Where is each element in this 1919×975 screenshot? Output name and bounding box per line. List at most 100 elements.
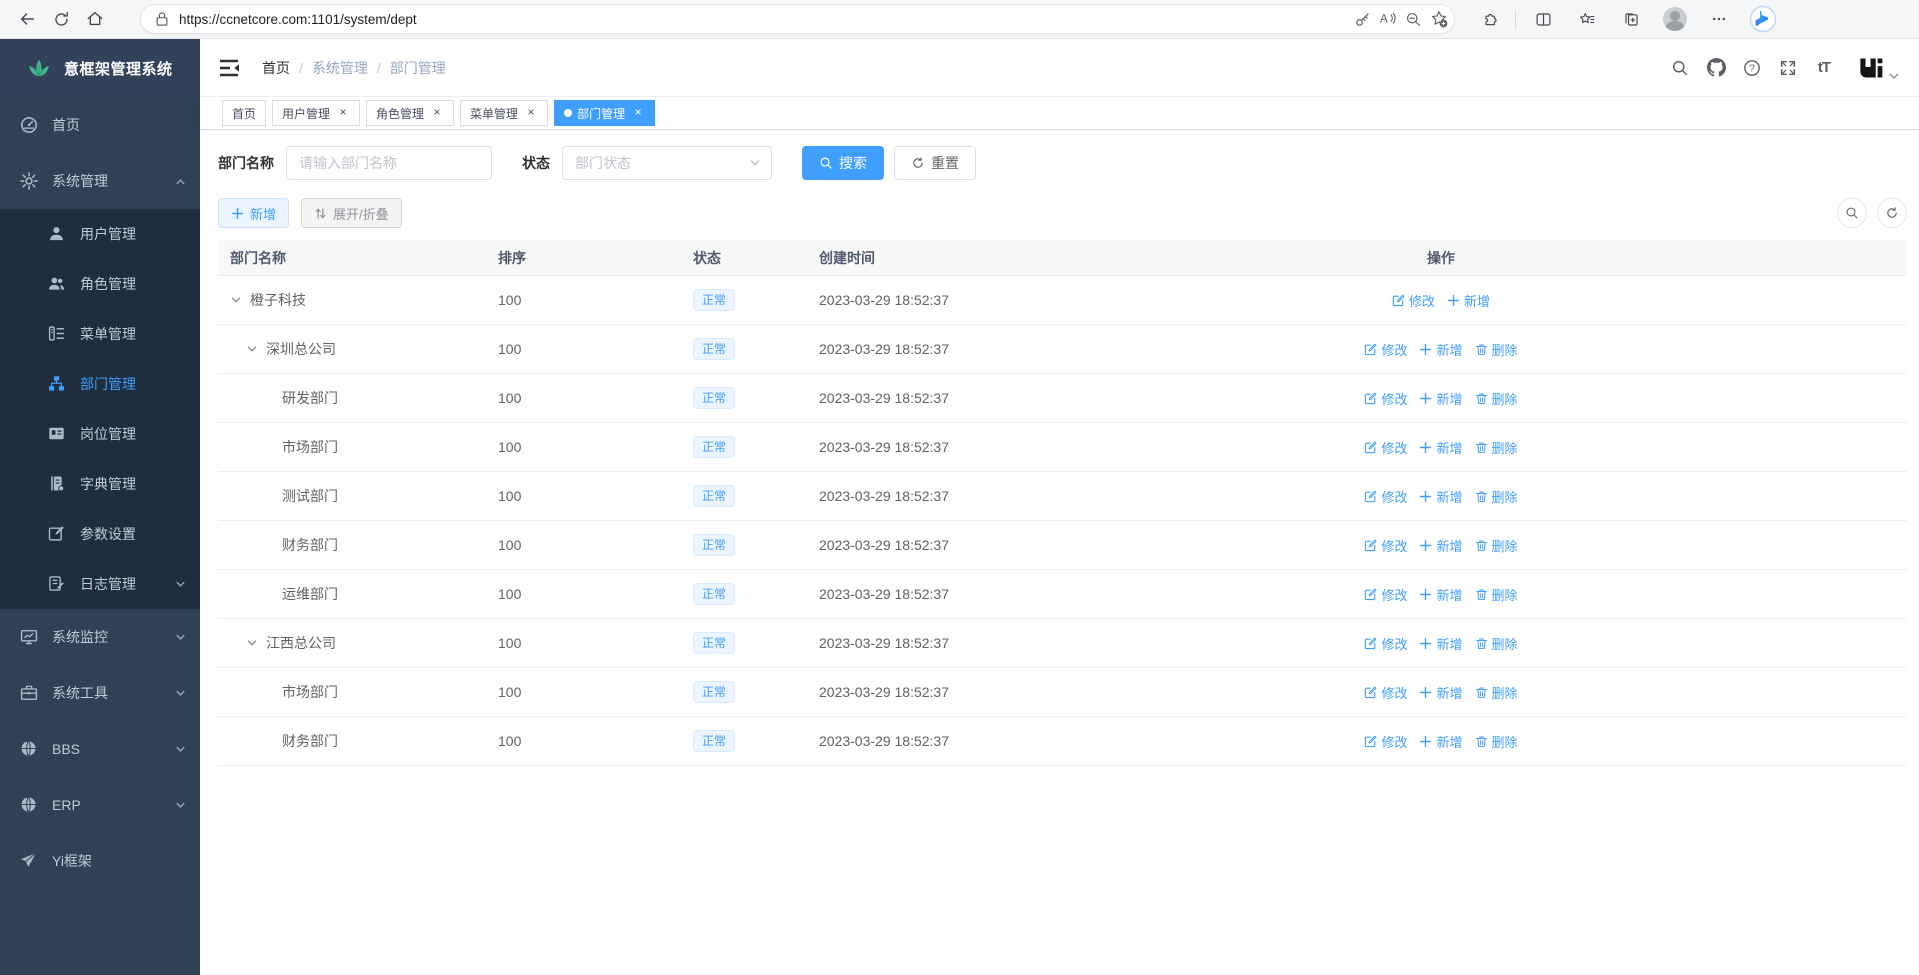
row-delete-link[interactable]: 删除	[1475, 536, 1518, 555]
sidebar-item-label: 用户管理	[80, 224, 136, 244]
tab-departments[interactable]: 部门管理×	[554, 100, 655, 126]
read-aloud-icon[interactable]: A	[1379, 11, 1397, 27]
more-icon[interactable]	[1702, 4, 1736, 34]
row-edit-link[interactable]: 修改	[1364, 389, 1407, 408]
expand-collapse-button[interactable]: 展开/折叠	[301, 198, 402, 228]
font-size-icon[interactable]: tT	[1814, 58, 1834, 78]
row-delete-link[interactable]: 删除	[1475, 389, 1518, 408]
sidebar-item-menus[interactable]: 菜单管理	[0, 309, 200, 359]
row-add-link[interactable]: 新增	[1419, 585, 1462, 604]
refresh-table-button[interactable]	[1877, 198, 1907, 228]
search-button[interactable]: 搜索	[802, 146, 884, 180]
reset-button[interactable]: 重置	[894, 146, 976, 180]
row-edit-link[interactable]: 修改	[1364, 487, 1407, 506]
back-icon[interactable]	[10, 4, 44, 34]
sidebar-item-departments[interactable]: 部门管理	[0, 359, 200, 409]
breadcrumb-home[interactable]: 首页	[262, 58, 290, 78]
row-add-link[interactable]: 新增	[1419, 487, 1462, 506]
row-edit-link[interactable]: 修改	[1364, 438, 1407, 457]
row-add-link[interactable]: 新增	[1419, 438, 1462, 457]
org-tree-icon	[48, 375, 66, 393]
zoom-out-icon[interactable]	[1405, 11, 1422, 28]
row-edit-link[interactable]: 修改	[1364, 732, 1407, 751]
row-add-link[interactable]: 新增	[1419, 389, 1462, 408]
split-screen-icon[interactable]	[1526, 4, 1560, 34]
github-icon[interactable]	[1706, 58, 1726, 78]
search-icon[interactable]	[1670, 58, 1690, 78]
tab-menus[interactable]: 菜单管理×	[460, 100, 548, 126]
row-edit-link[interactable]: 修改	[1364, 683, 1407, 702]
key-icon[interactable]	[1354, 11, 1371, 28]
row-add-link[interactable]: 新增	[1447, 291, 1490, 310]
refresh-icon[interactable]	[44, 4, 78, 34]
status-select[interactable]: 部门状态	[562, 146, 772, 180]
sidebar-item-system[interactable]: 系统管理	[0, 153, 200, 209]
tab-home[interactable]: 首页	[222, 100, 266, 126]
tab-close-icon[interactable]: ×	[430, 106, 444, 120]
caret-down-icon	[1889, 72, 1899, 80]
tab-close-icon[interactable]: ×	[631, 106, 645, 120]
row-delete-link[interactable]: 删除	[1475, 585, 1518, 604]
url-text[interactable]: https://ccnetcore.com:1101/system/dept	[179, 12, 1354, 27]
dept-name-input[interactable]	[286, 146, 492, 180]
row-edit-link[interactable]: 修改	[1364, 585, 1407, 604]
row-delete-link[interactable]: 删除	[1475, 487, 1518, 506]
sidebar-item-yi-framework[interactable]: Yi框架	[0, 833, 200, 889]
row-add-link[interactable]: 新增	[1419, 683, 1462, 702]
help-icon[interactable]: ?	[1742, 58, 1762, 78]
tab-close-icon[interactable]: ×	[336, 106, 350, 120]
edit-icon	[1364, 441, 1377, 454]
address-bar[interactable]: https://ccnetcore.com:1101/system/dept A	[140, 4, 1455, 34]
sidebar-item-monitor[interactable]: 系统监控	[0, 609, 200, 665]
tree-expand-toggle[interactable]	[230, 294, 250, 306]
add-favorite-icon[interactable]	[1430, 10, 1448, 28]
sidebar-item-erp[interactable]: ERP	[0, 777, 200, 833]
row-delete-link[interactable]: 删除	[1475, 732, 1518, 751]
sidebar-item-users[interactable]: 用户管理	[0, 209, 200, 259]
add-button[interactable]: 新增	[218, 198, 289, 228]
row-delete-link[interactable]: 删除	[1475, 683, 1518, 702]
sidebar-item-parameters[interactable]: 参数设置	[0, 509, 200, 559]
sidebar-item-bbs[interactable]: BBS	[0, 721, 200, 777]
sidebar-item-posts[interactable]: 岗位管理	[0, 409, 200, 459]
tab-users[interactable]: 用户管理×	[272, 100, 360, 126]
status-badge: 正常	[693, 436, 735, 458]
tab-close-icon[interactable]: ×	[524, 106, 538, 120]
collapse-sidebar-icon[interactable]	[218, 58, 240, 78]
home-icon[interactable]	[78, 4, 112, 34]
sidebar-item-dictionary[interactable]: 字典管理	[0, 459, 200, 509]
row-edit-link[interactable]: 修改	[1364, 340, 1407, 359]
sidebar-item-home[interactable]: 首页	[0, 97, 200, 153]
dictionary-icon	[48, 475, 66, 493]
tab-roles[interactable]: 角色管理×	[366, 100, 454, 126]
tree-expand-toggle[interactable]	[246, 637, 266, 649]
row-delete-link[interactable]: 删除	[1475, 634, 1518, 653]
table-toolbar: 新增 展开/折叠	[218, 198, 1907, 228]
row-add-link[interactable]: 新增	[1419, 634, 1462, 653]
row-delete-link[interactable]: 删除	[1475, 438, 1518, 457]
divider	[1515, 10, 1516, 28]
show-search-button[interactable]	[1837, 198, 1867, 228]
sidebar-item-logs[interactable]: 日志管理	[0, 559, 200, 609]
sidebar-item-tools[interactable]: 系统工具	[0, 665, 200, 721]
fullscreen-icon[interactable]	[1778, 58, 1798, 78]
col-created: 创建时间	[809, 248, 1341, 268]
lock-icon[interactable]	[155, 11, 169, 27]
favorites-icon[interactable]	[1570, 4, 1604, 34]
row-edit-link[interactable]: 修改	[1364, 634, 1407, 653]
row-add-link[interactable]: 新增	[1419, 732, 1462, 751]
tree-expand-toggle[interactable]	[246, 343, 266, 355]
row-add-link[interactable]: 新增	[1419, 340, 1462, 359]
sidebar-item-roles[interactable]: 角色管理	[0, 259, 200, 309]
user-avatar-logo[interactable]	[1858, 56, 1899, 80]
sidebar-item-label: 日志管理	[80, 574, 136, 594]
copilot-icon[interactable]	[1746, 4, 1780, 34]
row-delete-link[interactable]: 删除	[1475, 340, 1518, 359]
row-edit-link[interactable]: 修改	[1364, 536, 1407, 555]
extensions-icon[interactable]	[1471, 4, 1505, 34]
row-add-link[interactable]: 新增	[1419, 536, 1462, 555]
collections-icon[interactable]	[1614, 4, 1648, 34]
sort-value: 100	[488, 733, 685, 749]
profile-avatar[interactable]	[1658, 4, 1692, 34]
row-edit-link[interactable]: 修改	[1392, 291, 1435, 310]
